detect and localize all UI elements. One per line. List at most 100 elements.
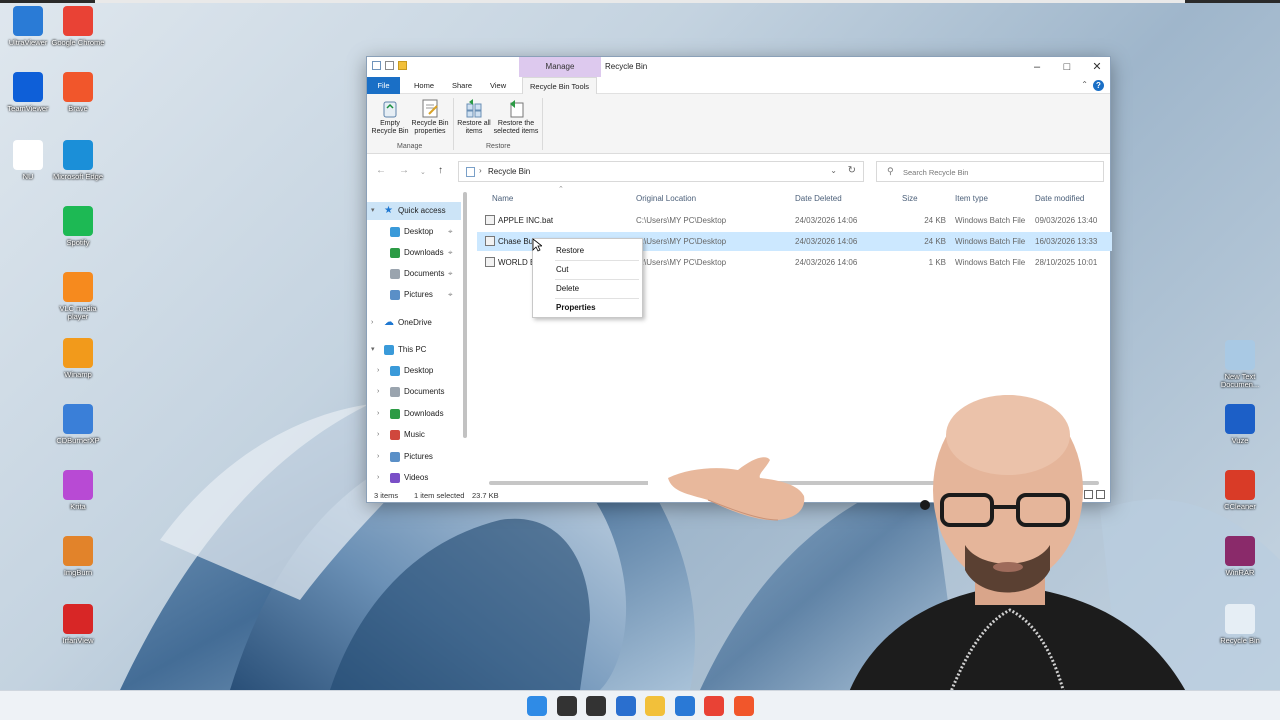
back-button[interactable]: ←	[376, 165, 386, 176]
restore-all-items-button[interactable]: Restore all items	[454, 98, 494, 136]
nav-pc-item[interactable]: › Downloads	[367, 405, 461, 423]
nav-pc-item[interactable]: › Documents	[367, 383, 461, 401]
desktop-shortcut[interactable]: New Text Documen...	[1212, 340, 1268, 389]
quick-access-toolbar	[372, 61, 407, 70]
brave-icon[interactable]	[733, 696, 754, 716]
expand-chevron-icon[interactable]: ▾	[371, 202, 379, 220]
pin-icon[interactable]: ⌖	[448, 244, 453, 262]
collapse-ribbon-icon[interactable]: ⌃	[1081, 80, 1088, 89]
desktop-shortcut[interactable]: TeamViewer	[0, 72, 56, 113]
column-header-item-type[interactable]: Item type	[955, 194, 988, 203]
store-icon[interactable]	[674, 696, 695, 716]
menu-item-restore[interactable]: Restore	[556, 246, 584, 255]
menu-separator	[555, 279, 639, 280]
nav-quick-access[interactable]: ▾ ★ Quick access	[367, 202, 461, 220]
tab-home[interactable]: Home	[407, 77, 441, 94]
refresh-icon[interactable]: ↻	[848, 165, 856, 176]
widgets-icon[interactable]	[615, 696, 636, 716]
spotify-icon	[63, 206, 93, 236]
desktop-shortcut[interactable]: IrfanView	[50, 604, 106, 645]
properties-qat-icon[interactable]	[385, 61, 394, 70]
column-header-name[interactable]: Name	[492, 194, 513, 203]
forward-button[interactable]: →	[399, 165, 409, 176]
up-button[interactable]: ↑	[438, 165, 443, 176]
pin-icon[interactable]: ⌖	[448, 265, 453, 283]
cell-date-modified: 16/03/2026 13:33	[1035, 237, 1098, 246]
start-icon[interactable]	[527, 696, 547, 716]
expand-chevron-icon[interactable]: ›	[377, 426, 385, 444]
tab-file[interactable]: File	[367, 77, 400, 94]
restore-selected-items-label: Restore the selected items	[493, 120, 539, 135]
pin-icon[interactable]: ⌖	[448, 223, 453, 241]
desktop-shortcut[interactable]: Google Chrome	[50, 6, 106, 47]
recent-locations-button[interactable]: ⌄	[420, 168, 426, 176]
minimize-button[interactable]: –	[1023, 59, 1051, 75]
tab-view[interactable]: View	[483, 77, 513, 94]
restore-selected-items-button[interactable]: Restore the selected items	[491, 98, 541, 136]
nav-quick-item[interactable]: Downloads ⌖	[367, 244, 461, 262]
nav-label: This PC	[398, 345, 427, 354]
maximize-button[interactable]: □	[1053, 59, 1081, 75]
search-box[interactable]: ⚲ Search Recycle Bin	[876, 161, 1104, 182]
expand-chevron-icon[interactable]: ▾	[371, 341, 379, 359]
desktop-shortcut[interactable]: Brave	[50, 72, 106, 113]
pin-icon[interactable]: ⌖	[448, 286, 453, 304]
column-header-date-deleted[interactable]: Date Deleted	[795, 194, 842, 203]
desktop-shortcut-label: Krita	[70, 502, 86, 511]
title-bar[interactable]: Manage Recycle Bin – □ ✕	[367, 57, 1110, 77]
new-folder-qat-icon[interactable]	[398, 61, 407, 70]
desktop-shortcut[interactable]: VLC media player	[50, 272, 106, 321]
breadcrumb-chevron-icon[interactable]: ›	[479, 166, 482, 175]
search-icon[interactable]	[556, 696, 577, 716]
menu-item-properties[interactable]: Properties	[556, 303, 596, 312]
help-icon[interactable]: ?	[1093, 80, 1104, 91]
column-header-date-modified[interactable]: Date modified	[1035, 194, 1084, 203]
nav-onedrive[interactable]: › ☁ OneDrive	[367, 314, 461, 332]
table-row[interactable]: APPLE INC.bat C:\Users\MY PC\Desktop 24/03…	[477, 211, 1112, 230]
nav-quick-item[interactable]: Documents ⌖	[367, 265, 461, 283]
column-header-size[interactable]: Size	[902, 194, 918, 203]
desktop-shortcut[interactable]: CDBurnerXP	[50, 404, 106, 445]
desktop-shortcut[interactable]: ImgBurn	[50, 536, 106, 577]
tab-share[interactable]: Share	[445, 77, 479, 94]
nav-pc-item[interactable]: › Music	[367, 426, 461, 444]
address-bar[interactable]: › Recycle Bin ⌄ ↻	[458, 161, 864, 182]
desktop-shortcut[interactable]: Winamp	[50, 338, 106, 379]
nav-pc-item[interactable]: › Desktop	[367, 362, 461, 380]
expand-chevron-icon[interactable]: ›	[377, 362, 385, 380]
task-view-icon[interactable]	[586, 696, 606, 716]
folder-icon	[390, 430, 400, 441]
desktop-shortcut-label: Spotify	[66, 238, 90, 247]
desktop-shortcut[interactable]: Krita	[50, 470, 106, 511]
folder-icon	[390, 408, 400, 419]
navigation-scrollbar[interactable]	[463, 192, 467, 438]
expand-chevron-icon[interactable]: ›	[377, 383, 385, 401]
expand-chevron-icon[interactable]: ›	[377, 405, 385, 423]
cloud-icon: ☁	[384, 317, 394, 328]
desktop-shortcut[interactable]: NU	[0, 140, 56, 181]
menu-item-delete[interactable]: Delete	[556, 284, 579, 293]
desktop-shortcut[interactable]: Microsoft Edge	[50, 140, 106, 181]
nav-label: Documents	[404, 269, 445, 278]
tab-recycle-bin-tools[interactable]: Recycle Bin Tools	[522, 77, 598, 94]
file-explorer-icon[interactable]	[645, 696, 665, 716]
recycle-bin-properties-button[interactable]: Recycle Bin properties	[410, 98, 450, 136]
nav-pc-item[interactable]: › Pictures	[367, 448, 461, 466]
expand-chevron-icon[interactable]: ›	[371, 314, 379, 332]
close-button[interactable]: ✕	[1083, 59, 1111, 75]
cell-item-type: Windows Batch File	[955, 237, 1026, 246]
cell-item-type: Windows Batch File	[955, 216, 1026, 225]
address-dropdown-icon[interactable]: ⌄	[830, 166, 837, 175]
nav-quick-item[interactable]: Desktop ⌖	[367, 223, 461, 241]
menu-item-cut[interactable]: Cut	[556, 265, 568, 274]
column-header-original-location[interactable]: Original Location	[636, 194, 696, 203]
desktop-shortcut[interactable]: Spotify	[50, 206, 106, 247]
desktop-shortcut[interactable]: UltraViewer	[0, 6, 56, 47]
expand-chevron-icon[interactable]: ›	[377, 448, 385, 466]
nav-quick-item[interactable]: Pictures ⌖	[367, 286, 461, 304]
nav-this-pc[interactable]: ▾ This PC	[367, 341, 461, 359]
desktop-shortcut-label: CDBurnerXP	[56, 436, 100, 445]
empty-recycle-bin-button[interactable]: Empty Recycle Bin	[370, 98, 410, 136]
manage-context-tab[interactable]: Manage	[519, 57, 601, 77]
chrome-icon[interactable]	[704, 696, 724, 716]
